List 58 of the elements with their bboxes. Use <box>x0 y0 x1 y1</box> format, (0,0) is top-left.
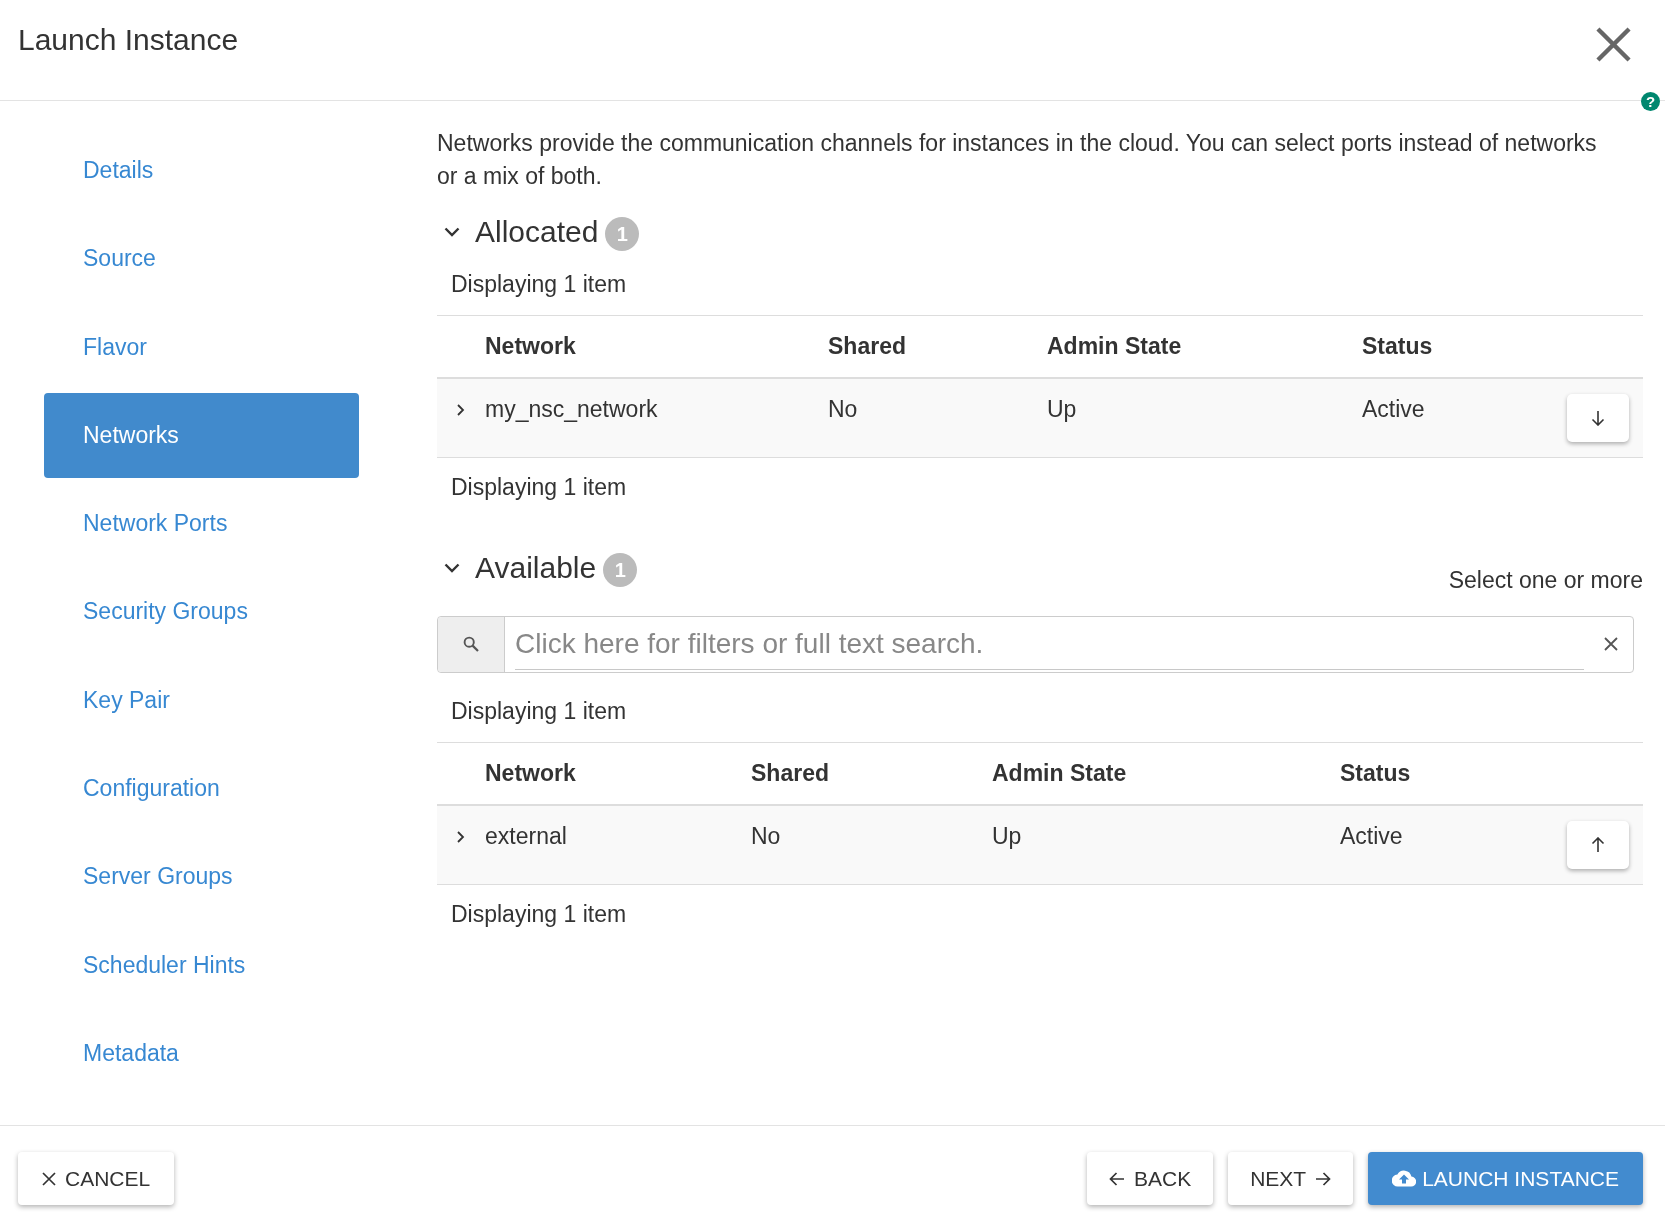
column-header: Network <box>485 758 576 788</box>
column-header: Network <box>485 331 576 361</box>
close-icon[interactable] <box>1596 27 1631 62</box>
sidebar-item[interactable]: Source <box>44 216 359 302</box>
chevron-down-icon[interactable] <box>444 562 460 573</box>
sidebar-item[interactable]: Flavor <box>44 304 359 390</box>
column-header: Admin State <box>992 758 1127 788</box>
table-cell-text: Active <box>1340 822 1403 851</box>
table-cell-text: Up <box>1047 395 1077 424</box>
cloud-upload-icon <box>1392 1170 1417 1187</box>
column-header: Status <box>1340 758 1411 788</box>
chevron-down-icon[interactable] <box>444 226 460 237</box>
arrow-up-icon <box>1591 836 1605 853</box>
back-button[interactable]: BACK <box>1087 1152 1214 1205</box>
item-count-text: Displaying 1 item <box>450 472 627 502</box>
table-cell-text: my_nsc_network <box>485 395 658 424</box>
sidebar-item[interactable]: Configuration <box>44 746 359 832</box>
selection-hint: Select one or more <box>1448 565 1643 595</box>
item-count-text: Displaying 1 item <box>450 899 627 929</box>
arrow-right-icon <box>1315 1171 1332 1186</box>
sidebar-item[interactable]: Server Groups <box>44 834 359 920</box>
search-bar[interactable]: Click here for filters or full text search. <box>437 615 1634 673</box>
search-icon <box>463 636 479 652</box>
count-badge: 1 <box>605 216 640 251</box>
sidebar-item[interactable]: Details <box>44 128 359 213</box>
sidebar-item[interactable]: Scheduler Hints <box>44 922 359 1008</box>
clear-icon[interactable] <box>1604 637 1618 651</box>
next-button[interactable]: NEXT <box>1228 1152 1354 1205</box>
help-button[interactable]: ? <box>1641 92 1660 111</box>
column-header: Shared <box>751 758 829 788</box>
section-title[interactable]: Allocated <box>475 211 599 252</box>
sidebar-item[interactable]: Metadata <box>44 1010 359 1096</box>
launch-button[interactable]: LAUNCH INSTANCE <box>1368 1152 1643 1205</box>
table-cell-text: No <box>751 822 781 851</box>
table-cell-text: Up <box>992 822 1022 851</box>
section-title[interactable]: Available <box>475 547 597 588</box>
table-cell-text: external <box>485 822 567 851</box>
sidebar-item[interactable]: Network Ports <box>44 481 359 567</box>
sidebar-item[interactable]: Key Pair <box>44 657 359 743</box>
dialog-title: Launch Instance <box>18 22 239 58</box>
item-count-text: Displaying 1 item <box>450 269 627 299</box>
count-badge: 1 <box>603 552 638 587</box>
chevron-right-icon[interactable] <box>457 403 465 416</box>
column-header: Admin State <box>1047 331 1182 361</box>
sidebar-item[interactable]: Security Groups <box>44 569 359 655</box>
item-count-text: Displaying 1 item <box>450 696 627 726</box>
table-cell-text: Active <box>1362 395 1425 424</box>
column-header: Shared <box>828 331 906 361</box>
arrow-left-icon <box>1109 1171 1125 1186</box>
chevron-right-icon[interactable] <box>457 830 465 843</box>
description-text: Networks provide the communication channels for instances in the cloud. You can select ports instead of networks or a mix of both. <box>437 128 1598 191</box>
table-cell-text: No <box>828 395 858 424</box>
arrow-down-icon <box>1591 409 1605 426</box>
close-icon <box>42 1171 56 1186</box>
column-header: Status <box>1362 331 1433 361</box>
sidebar-item[interactable]: Networks <box>44 392 359 478</box>
search-field[interactable]: Click here for filters or full text search. <box>515 618 1584 670</box>
cancel-button[interactable]: CANCEL <box>18 1152 175 1205</box>
